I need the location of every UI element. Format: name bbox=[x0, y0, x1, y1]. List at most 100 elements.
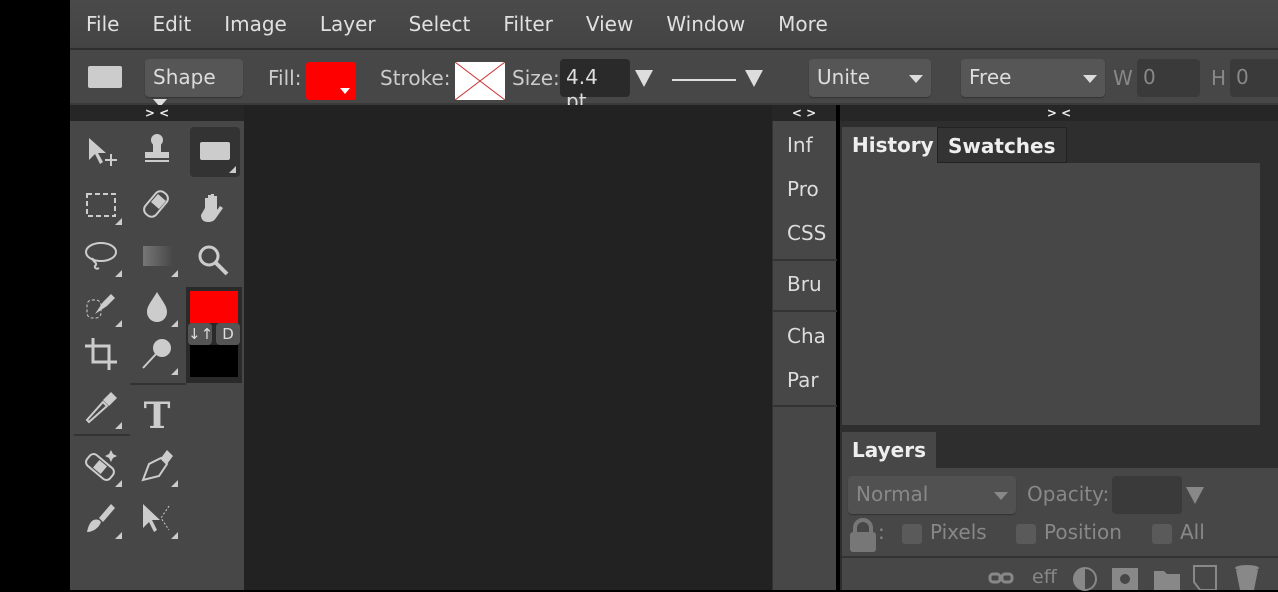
dodge-icon bbox=[142, 339, 171, 369]
eyedropper-icon bbox=[85, 392, 117, 424]
constraint-dropdown[interactable]: Free bbox=[961, 59, 1105, 97]
blend-mode-dropdown[interactable]: Normal bbox=[848, 476, 1016, 514]
hand-icon bbox=[201, 194, 223, 222]
width-label: W bbox=[1113, 66, 1133, 90]
canvas-area[interactable] bbox=[244, 105, 772, 590]
right-panel-collapse[interactable]: > < bbox=[840, 105, 1278, 121]
menu-layer[interactable]: Layer bbox=[320, 12, 376, 36]
panel-character[interactable]: Cha bbox=[787, 324, 826, 348]
link-layers-icon[interactable] bbox=[988, 568, 1014, 590]
menu-filter[interactable]: Filter bbox=[503, 12, 553, 36]
rectangle-tool[interactable] bbox=[190, 127, 240, 177]
lock-pixels-checkbox[interactable]: Pixels bbox=[902, 520, 987, 544]
menu-view[interactable]: View bbox=[586, 12, 633, 36]
foreground-color[interactable] bbox=[190, 291, 238, 323]
tab-swatches[interactable]: Swatches bbox=[937, 127, 1067, 163]
toolbar-collapse[interactable]: > < bbox=[70, 105, 244, 121]
type-tool[interactable]: T bbox=[132, 389, 182, 439]
stroke-style-dropdown-arrow[interactable] bbox=[745, 70, 763, 87]
svg-text:T: T bbox=[144, 396, 171, 432]
layer-mask-icon[interactable] bbox=[1112, 568, 1138, 590]
menu-select[interactable]: Select bbox=[409, 12, 471, 36]
adjustment-layer-icon[interactable] bbox=[1072, 566, 1098, 592]
chevron-down-icon bbox=[1083, 75, 1097, 83]
chevron-down-icon bbox=[340, 88, 350, 94]
lock-all-checkbox[interactable]: All bbox=[1152, 520, 1205, 544]
crop-tool[interactable] bbox=[76, 329, 126, 379]
move-tool[interactable] bbox=[76, 127, 126, 177]
panel-css[interactable]: CSS bbox=[787, 221, 826, 245]
history-content bbox=[842, 163, 1260, 425]
chevron-down-icon bbox=[909, 75, 923, 83]
default-colors-button[interactable]: D bbox=[216, 323, 240, 345]
opacity-input[interactable] bbox=[1112, 476, 1182, 514]
marquee-tool[interactable] bbox=[76, 179, 126, 229]
chevron-down-icon bbox=[994, 492, 1008, 500]
hand-tool[interactable] bbox=[188, 183, 238, 233]
tab-history[interactable]: History bbox=[842, 127, 944, 163]
path-select-icon bbox=[143, 504, 170, 532]
menu-file[interactable]: File bbox=[86, 12, 119, 36]
opacity-dropdown-arrow[interactable] bbox=[1186, 487, 1204, 504]
eraser-icon bbox=[143, 190, 169, 218]
blur-tool[interactable] bbox=[132, 281, 182, 331]
tab-layers[interactable]: Layers bbox=[842, 432, 936, 468]
layers-content: Normal Opacity: : Pixels Position All ef… bbox=[842, 468, 1278, 592]
fill-color-button[interactable] bbox=[306, 62, 356, 100]
direct-selection-tool[interactable] bbox=[132, 493, 182, 543]
tool-group-divider bbox=[130, 383, 186, 385]
eraser-tool[interactable] bbox=[132, 179, 182, 229]
menu-bar: File Edit Image Layer Select Filter View… bbox=[70, 0, 1278, 50]
menu-more[interactable]: More bbox=[778, 12, 828, 36]
width-input[interactable]: 0 bbox=[1137, 59, 1200, 97]
panel-brush[interactable]: Bru bbox=[787, 272, 822, 296]
options-bar: Shape Fill: Stroke: Size: 4.4 pt Unite F… bbox=[70, 50, 1278, 113]
healing-brush-tool[interactable] bbox=[76, 441, 126, 491]
trash-icon[interactable] bbox=[1234, 564, 1260, 590]
lock-icon bbox=[850, 518, 876, 552]
stamp-icon bbox=[145, 134, 169, 162]
right-panel: History Swatches Layers Normal Opacity: … bbox=[840, 121, 1278, 592]
dodge-tool[interactable] bbox=[132, 329, 182, 379]
zoom-tool[interactable] bbox=[188, 235, 238, 285]
pen-nib-icon bbox=[141, 450, 173, 482]
new-layer-icon[interactable] bbox=[1192, 564, 1218, 590]
rectangle-icon bbox=[200, 142, 230, 160]
crop-icon bbox=[85, 338, 117, 370]
mini-panel-expand[interactable]: < > bbox=[772, 105, 836, 121]
move-arrow-icon bbox=[89, 138, 117, 166]
swap-colors-button[interactable]: ↓↑ bbox=[188, 323, 213, 345]
menu-window[interactable]: Window bbox=[666, 12, 745, 36]
lock-position-checkbox[interactable]: Position bbox=[1016, 520, 1122, 544]
pen-tool[interactable] bbox=[132, 441, 182, 491]
clone-stamp-tool[interactable] bbox=[132, 125, 182, 175]
gradient-tool[interactable] bbox=[132, 231, 182, 281]
tool-group-divider bbox=[74, 434, 130, 436]
brush-icon bbox=[87, 504, 115, 532]
size-dropdown-arrow[interactable] bbox=[635, 70, 653, 87]
eyedropper-tool[interactable] bbox=[76, 383, 126, 433]
background-color[interactable] bbox=[190, 345, 238, 377]
folder-icon[interactable] bbox=[1154, 568, 1180, 590]
stroke-label: Stroke: bbox=[380, 66, 451, 90]
brush-tool[interactable] bbox=[76, 493, 126, 543]
toolbar: ↓↑ D T bbox=[70, 121, 244, 590]
panel-paragraph[interactable]: Par bbox=[787, 368, 819, 392]
stroke-color-button[interactable] bbox=[455, 62, 505, 100]
menu-image[interactable]: Image bbox=[224, 12, 287, 36]
dashed-rectangle-icon bbox=[86, 193, 116, 217]
size-input[interactable]: 4.4 pt bbox=[560, 59, 630, 113]
menu-edit[interactable]: Edit bbox=[152, 12, 191, 36]
lasso-tool[interactable] bbox=[76, 231, 126, 281]
height-input[interactable]: 0 bbox=[1230, 59, 1278, 97]
panel-properties[interactable]: Pro bbox=[787, 177, 819, 201]
stroke-style-line[interactable] bbox=[672, 79, 736, 81]
quick-selection-tool[interactable] bbox=[76, 281, 126, 331]
size-label: Size: bbox=[512, 66, 560, 90]
shape-mode-dropdown[interactable]: Shape bbox=[145, 59, 243, 107]
path-operation-dropdown[interactable]: Unite bbox=[809, 59, 931, 97]
lasso-icon bbox=[85, 242, 117, 270]
magnifier-icon bbox=[198, 245, 229, 276]
layer-effects-button[interactable]: eff bbox=[1032, 566, 1057, 588]
panel-info[interactable]: Inf bbox=[787, 133, 813, 157]
